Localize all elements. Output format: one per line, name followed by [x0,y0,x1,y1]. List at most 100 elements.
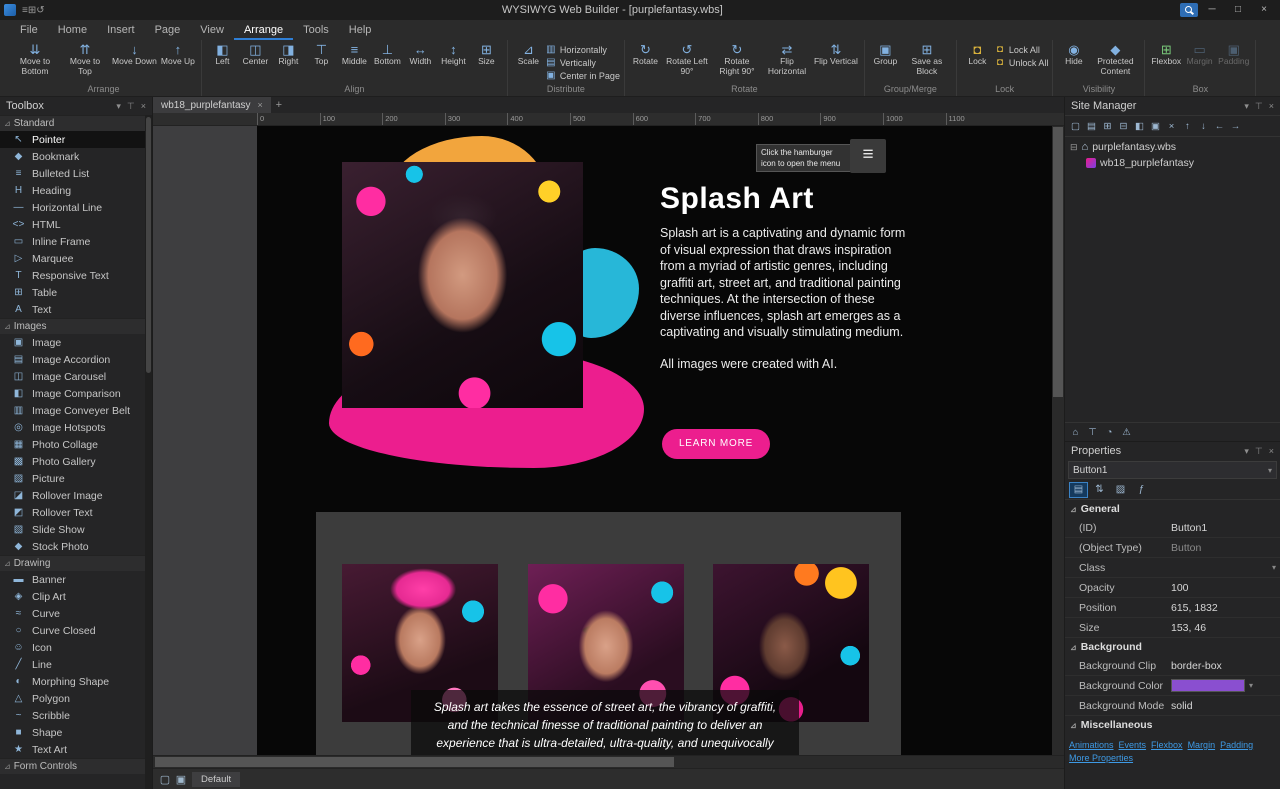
ribbon-button[interactable]: ↓Move Down [110,41,159,68]
move-down-icon[interactable]: ↓ [1196,119,1211,134]
categorized-view-icon[interactable]: ▤ [1069,482,1088,498]
pink-dot-shape[interactable] [623,388,639,404]
toolbox-section-standard[interactable]: Standard [0,115,152,131]
toolbox-item[interactable]: ◫Image Carousel [0,368,152,385]
toolbox-item[interactable]: ↖Pointer [0,131,152,148]
section-background[interactable]: Background [1065,638,1280,656]
ribbon-button[interactable]: ◉Hide [1057,41,1090,68]
close-icon[interactable]: × [1269,101,1274,111]
ribbon-tab[interactable]: Tools [293,20,339,40]
page-paragraph[interactable]: Splash art is a captivating and dynamic … [660,225,913,341]
pin-icon[interactable]: ⊤ [1085,425,1100,440]
learn-more-button[interactable]: LEARN MORE [662,429,770,459]
ribbon-button[interactable]: ▭Margin [1183,41,1216,68]
toolbox-item[interactable]: △Polygon [0,690,152,707]
property-link[interactable]: More Properties [1069,753,1133,763]
preview-page-icon[interactable]: ▣ [1148,119,1163,134]
issues-icon[interactable]: ⚠ [1119,425,1134,440]
tree-item-page[interactable]: wb18_purplefantasy [1065,155,1280,171]
clone-page-icon[interactable]: ◧ [1132,119,1147,134]
search-icon[interactable] [1180,3,1198,17]
ai-note-text[interactable]: All images were created with AI. [660,357,837,371]
toolbox-item[interactable]: HHeading [0,182,152,199]
scrollbar-thumb[interactable] [146,117,151,373]
toolbox-item[interactable]: <>HTML [0,216,152,233]
toolbox-item[interactable]: ▬Banner [0,571,152,588]
ribbon-button[interactable]: ⊿Scale [512,41,545,68]
toolbox-item[interactable]: ☺Icon [0,639,152,656]
toolbox-section-images[interactable]: Images [0,318,152,334]
chevron-down-icon[interactable]: ▾ [1244,101,1249,112]
toolbox-item[interactable]: ▧Slide Show [0,521,152,538]
property-value[interactable]: Button1 [1171,522,1280,534]
toolbox-section-form-controls[interactable]: Form Controls [0,758,152,774]
page-heading[interactable]: Splash Art [660,182,814,216]
ribbon-button[interactable]: ⊞Flexbox [1149,41,1183,68]
preview-breakpoint-icon[interactable]: ▣ [174,773,188,786]
site-tree-icon[interactable]: ⌂ [1068,425,1083,440]
undo-icon[interactable]: ↺ [36,5,44,16]
ribbon-button[interactable]: ↔Width [404,41,437,68]
toolbox-item[interactable]: ◆Bookmark [0,148,152,165]
property-pages-icon[interactable]: ▨ [1111,482,1130,498]
ribbon-stack-item[interactable]: ◘Lock All [994,44,1049,56]
tab-close-icon[interactable]: × [258,100,263,110]
add-tab-button[interactable]: + [271,97,287,113]
maximize-button[interactable]: □ [1226,2,1250,18]
pin-icon[interactable]: ⊤ [1255,446,1263,457]
ribbon-button[interactable]: ◧Left [206,41,239,68]
delete-page-icon[interactable]: × [1164,119,1179,134]
toolbox-item[interactable]: ▭Inline Frame [0,233,152,250]
ribbon-tab[interactable]: View [190,20,234,40]
ribbon-button[interactable]: ◆Protected Content [1090,41,1140,77]
toolbox-item[interactable]: ◪Rollover Image [0,487,152,504]
toolbox-item[interactable]: ◐Morphing Shape [0,673,152,690]
property-row[interactable]: Size 153, 46 [1065,618,1280,638]
property-row-background-clip[interactable]: Background Clip border-box [1065,656,1280,676]
property-value[interactable]: Button [1171,542,1280,554]
new-folder-icon[interactable]: ⊟ [1116,119,1131,134]
horizontal-scrollbar[interactable] [153,755,1064,768]
ribbon-stack-item[interactable]: ▣Center in Page [545,70,620,82]
ribbon-tab[interactable]: Help [339,20,382,40]
toolbox-section-drawing[interactable]: Drawing [0,555,152,571]
toolbox-item[interactable]: ◈Clip Art [0,588,152,605]
property-link[interactable]: Padding [1220,740,1253,750]
toolbox-item[interactable]: AText [0,301,152,318]
pin-icon[interactable]: ⊤ [127,101,135,112]
toolbox-item[interactable]: ■Shape [0,724,152,741]
ribbon-button[interactable]: ≡Middle [338,41,371,68]
ribbon-button[interactable]: ⇅Flip Vertical [812,41,860,68]
minimize-button[interactable]: ─ [1200,2,1224,18]
section-general[interactable]: General [1065,500,1280,518]
toolbox-item[interactable]: TResponsive Text [0,267,152,284]
ribbon-stack-item[interactable]: ◘Unlock All [994,57,1049,69]
ribbon-button[interactable]: ↑Move Up [159,41,197,68]
ribbon-button[interactable]: ⇄Flip Horizontal [762,41,812,77]
property-row-background-color[interactable]: Background Color ▾ [1065,676,1280,696]
section-miscellaneous[interactable]: Miscellaneous [1065,716,1280,734]
toolbox-item[interactable]: ▩Photo Gallery [0,453,152,470]
ribbon-stack-item[interactable]: ▥Horizontally [545,44,620,56]
web-page-design[interactable]: Click the hamburger icon to open the men… [257,126,1052,755]
toolbox-scrollbar[interactable] [145,115,152,789]
new-page-icon[interactable]: ▢ [1068,119,1083,134]
toolbox-item[interactable]: ▨Picture [0,470,152,487]
tree-item-root[interactable]: purplefantasy.wbs [1065,139,1280,155]
tree-expander-icon[interactable] [1070,141,1078,153]
new-icon[interactable]: ⊞ [28,5,36,16]
ribbon-button[interactable]: ⊥Bottom [371,41,404,68]
ribbon-button[interactable]: ◨Right [272,41,305,68]
ribbon-button[interactable]: ↕Height [437,41,470,68]
property-link[interactable]: Margin [1188,740,1216,750]
property-row[interactable]: Opacity 100 [1065,578,1280,598]
toolbox-item[interactable]: ◩Rollover Text [0,504,152,521]
property-row[interactable]: Class [1065,558,1280,578]
gallery-caption-text[interactable]: Splash art takes the essence of street a… [411,690,799,755]
property-link[interactable]: Animations [1069,740,1114,750]
scrollbar-thumb[interactable] [1053,127,1063,397]
toolbox-item[interactable]: ―Horizontal Line [0,199,152,216]
close-button[interactable]: × [1252,2,1276,18]
ribbon-tab[interactable]: Page [145,20,191,40]
toolbox-item[interactable]: ▥Image Conveyer Belt [0,402,152,419]
